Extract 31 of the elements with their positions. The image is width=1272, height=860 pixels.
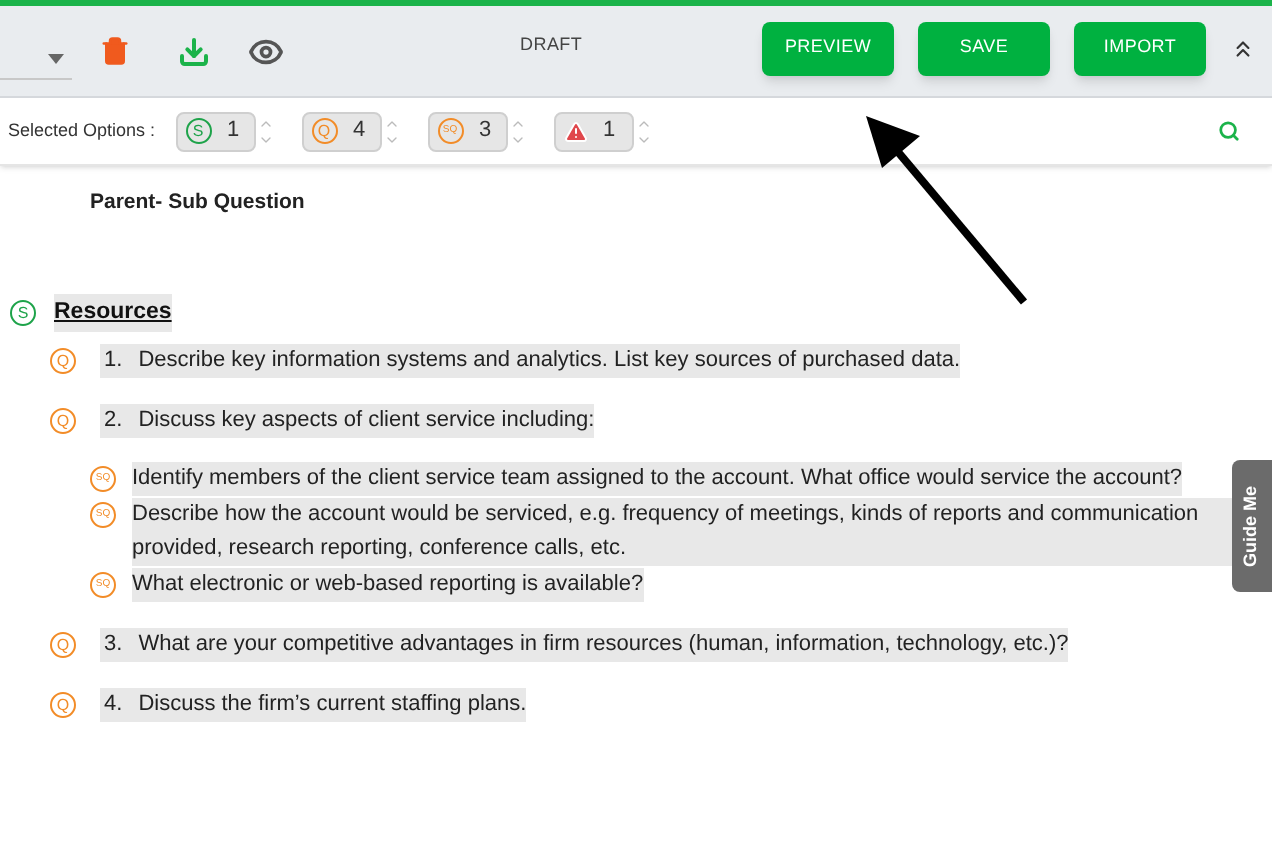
count-field[interactable]: 1 <box>553 111 634 151</box>
sub-question-text: What electronic or web-based reporting is available? <box>132 570 644 601</box>
question-number: 2. <box>102 406 125 437</box>
status-label: DRAFT <box>520 32 583 59</box>
question-number: 4. <box>102 690 125 721</box>
section-icon: S <box>10 300 36 327</box>
question-icon: Q <box>50 348 76 375</box>
download-icon[interactable] <box>178 35 210 67</box>
warning-icon <box>563 119 588 143</box>
question-icon: Q <box>311 118 338 144</box>
sub-question-text: Describe how the account would be serviced, e.g. frequency of meetings, kinds of reports and communication provided, research reporting, conference calls, etc. <box>132 500 1201 565</box>
question-icon: Q <box>50 408 76 435</box>
column-heading: Parent- Sub Question <box>90 190 305 214</box>
caret-icon <box>48 53 64 63</box>
question-icon: Q <box>50 632 76 659</box>
count-field[interactable]: Q 4 <box>301 111 382 151</box>
question-icon: Q <box>50 692 76 719</box>
section-icon: S <box>185 118 212 144</box>
question-number: 1. <box>102 346 125 377</box>
question-text: Discuss the firm’s current staffing plans. <box>138 690 527 721</box>
question-number: 3. <box>102 630 125 661</box>
search-icon[interactable] <box>1218 120 1240 142</box>
trash-icon[interactable] <box>100 36 130 66</box>
section-title: Resources <box>54 294 172 333</box>
sub-question-text: Identify members of the client service team assigned to the account. What office would service the account? <box>132 464 1183 495</box>
selected-options-label: Selected Options : <box>8 117 156 144</box>
question-text: Describe key information systems and analytics. List key sources of purchased data. <box>138 346 961 377</box>
guide-me-tab[interactable]: Guide Me <box>1232 460 1272 592</box>
count-field[interactable]: S 1 <box>175 111 256 151</box>
question-text: What are your competitive advantages in firm resources (human, information, technology, etc.)? <box>138 630 1069 661</box>
question-text: Discuss key aspects of client service including: <box>138 406 595 437</box>
